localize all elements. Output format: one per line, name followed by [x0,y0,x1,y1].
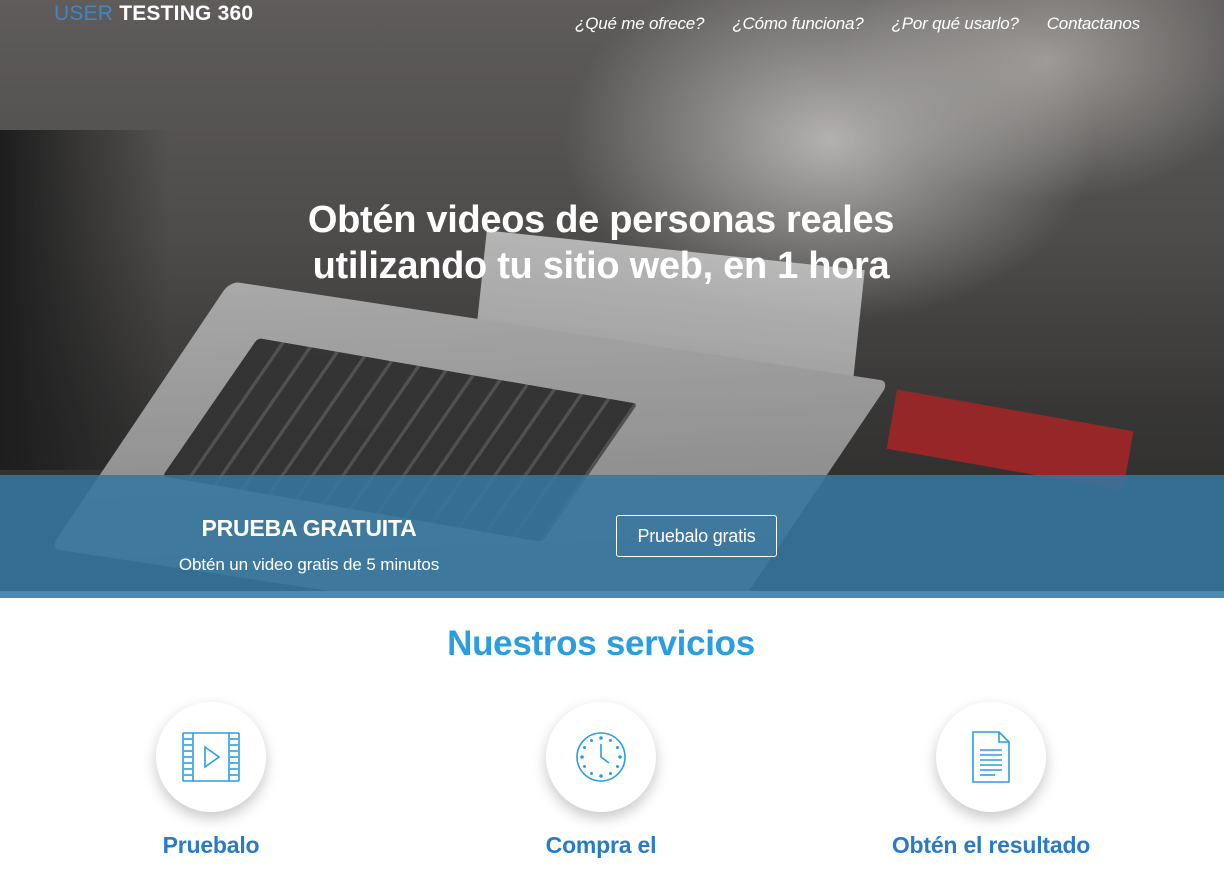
service-label: Pruebalo [162,832,260,858]
free-trial-band: PRUEBA GRATUITA Obtén un video gratis de… [0,475,1224,598]
nav-link-por-que[interactable]: ¿Por qué usarlo? [892,14,1019,34]
service-icon-circle [546,702,656,812]
hero-headline-line1: Obtén videos de personas reales [307,199,895,241]
service-label: Obtén el resultado [891,832,1091,858]
nav-link-contacto[interactable]: Contactanos [1047,14,1140,34]
trial-subtitle: Obtén un video gratis de 5 minutos [178,555,440,574]
service-item-compra[interactable]: Compra el [481,702,721,859]
hero-headline: Obtén videos de personas reales utilizan… [0,197,1202,289]
service-item-pruebalo[interactable]: Pruebalo [91,702,331,859]
services-title: Nuestros servicios [447,624,755,663]
document-icon [972,731,1010,783]
service-icon-circle [156,702,266,812]
logo-text-user: USER [54,2,114,25]
trial-title: PRUEBA GRATUITA [201,515,417,541]
site-logo[interactable]: USER TESTING 360 [54,2,253,26]
main-nav: ¿Qué me ofrece? ¿Cómo funciona? ¿Por qué… [575,14,1140,34]
nav-link-como-funciona[interactable]: ¿Cómo funciona? [732,14,863,34]
service-label: Compra el [545,832,657,858]
clock-icon [576,732,626,782]
video-film-icon [182,732,240,782]
service-item-resultado[interactable]: Obtén el resultado [871,702,1111,859]
nav-link-que-ofrece[interactable]: ¿Qué me ofrece? [575,14,704,34]
service-icon-circle [936,702,1046,812]
band-bottom-strip [0,591,1224,598]
logo-text-testing: TESTING 360 [113,2,254,25]
hero-headline-line2: utilizando tu sitio web, en 1 hora [312,245,890,287]
try-free-button[interactable]: Pruebalo gratis [616,515,777,557]
